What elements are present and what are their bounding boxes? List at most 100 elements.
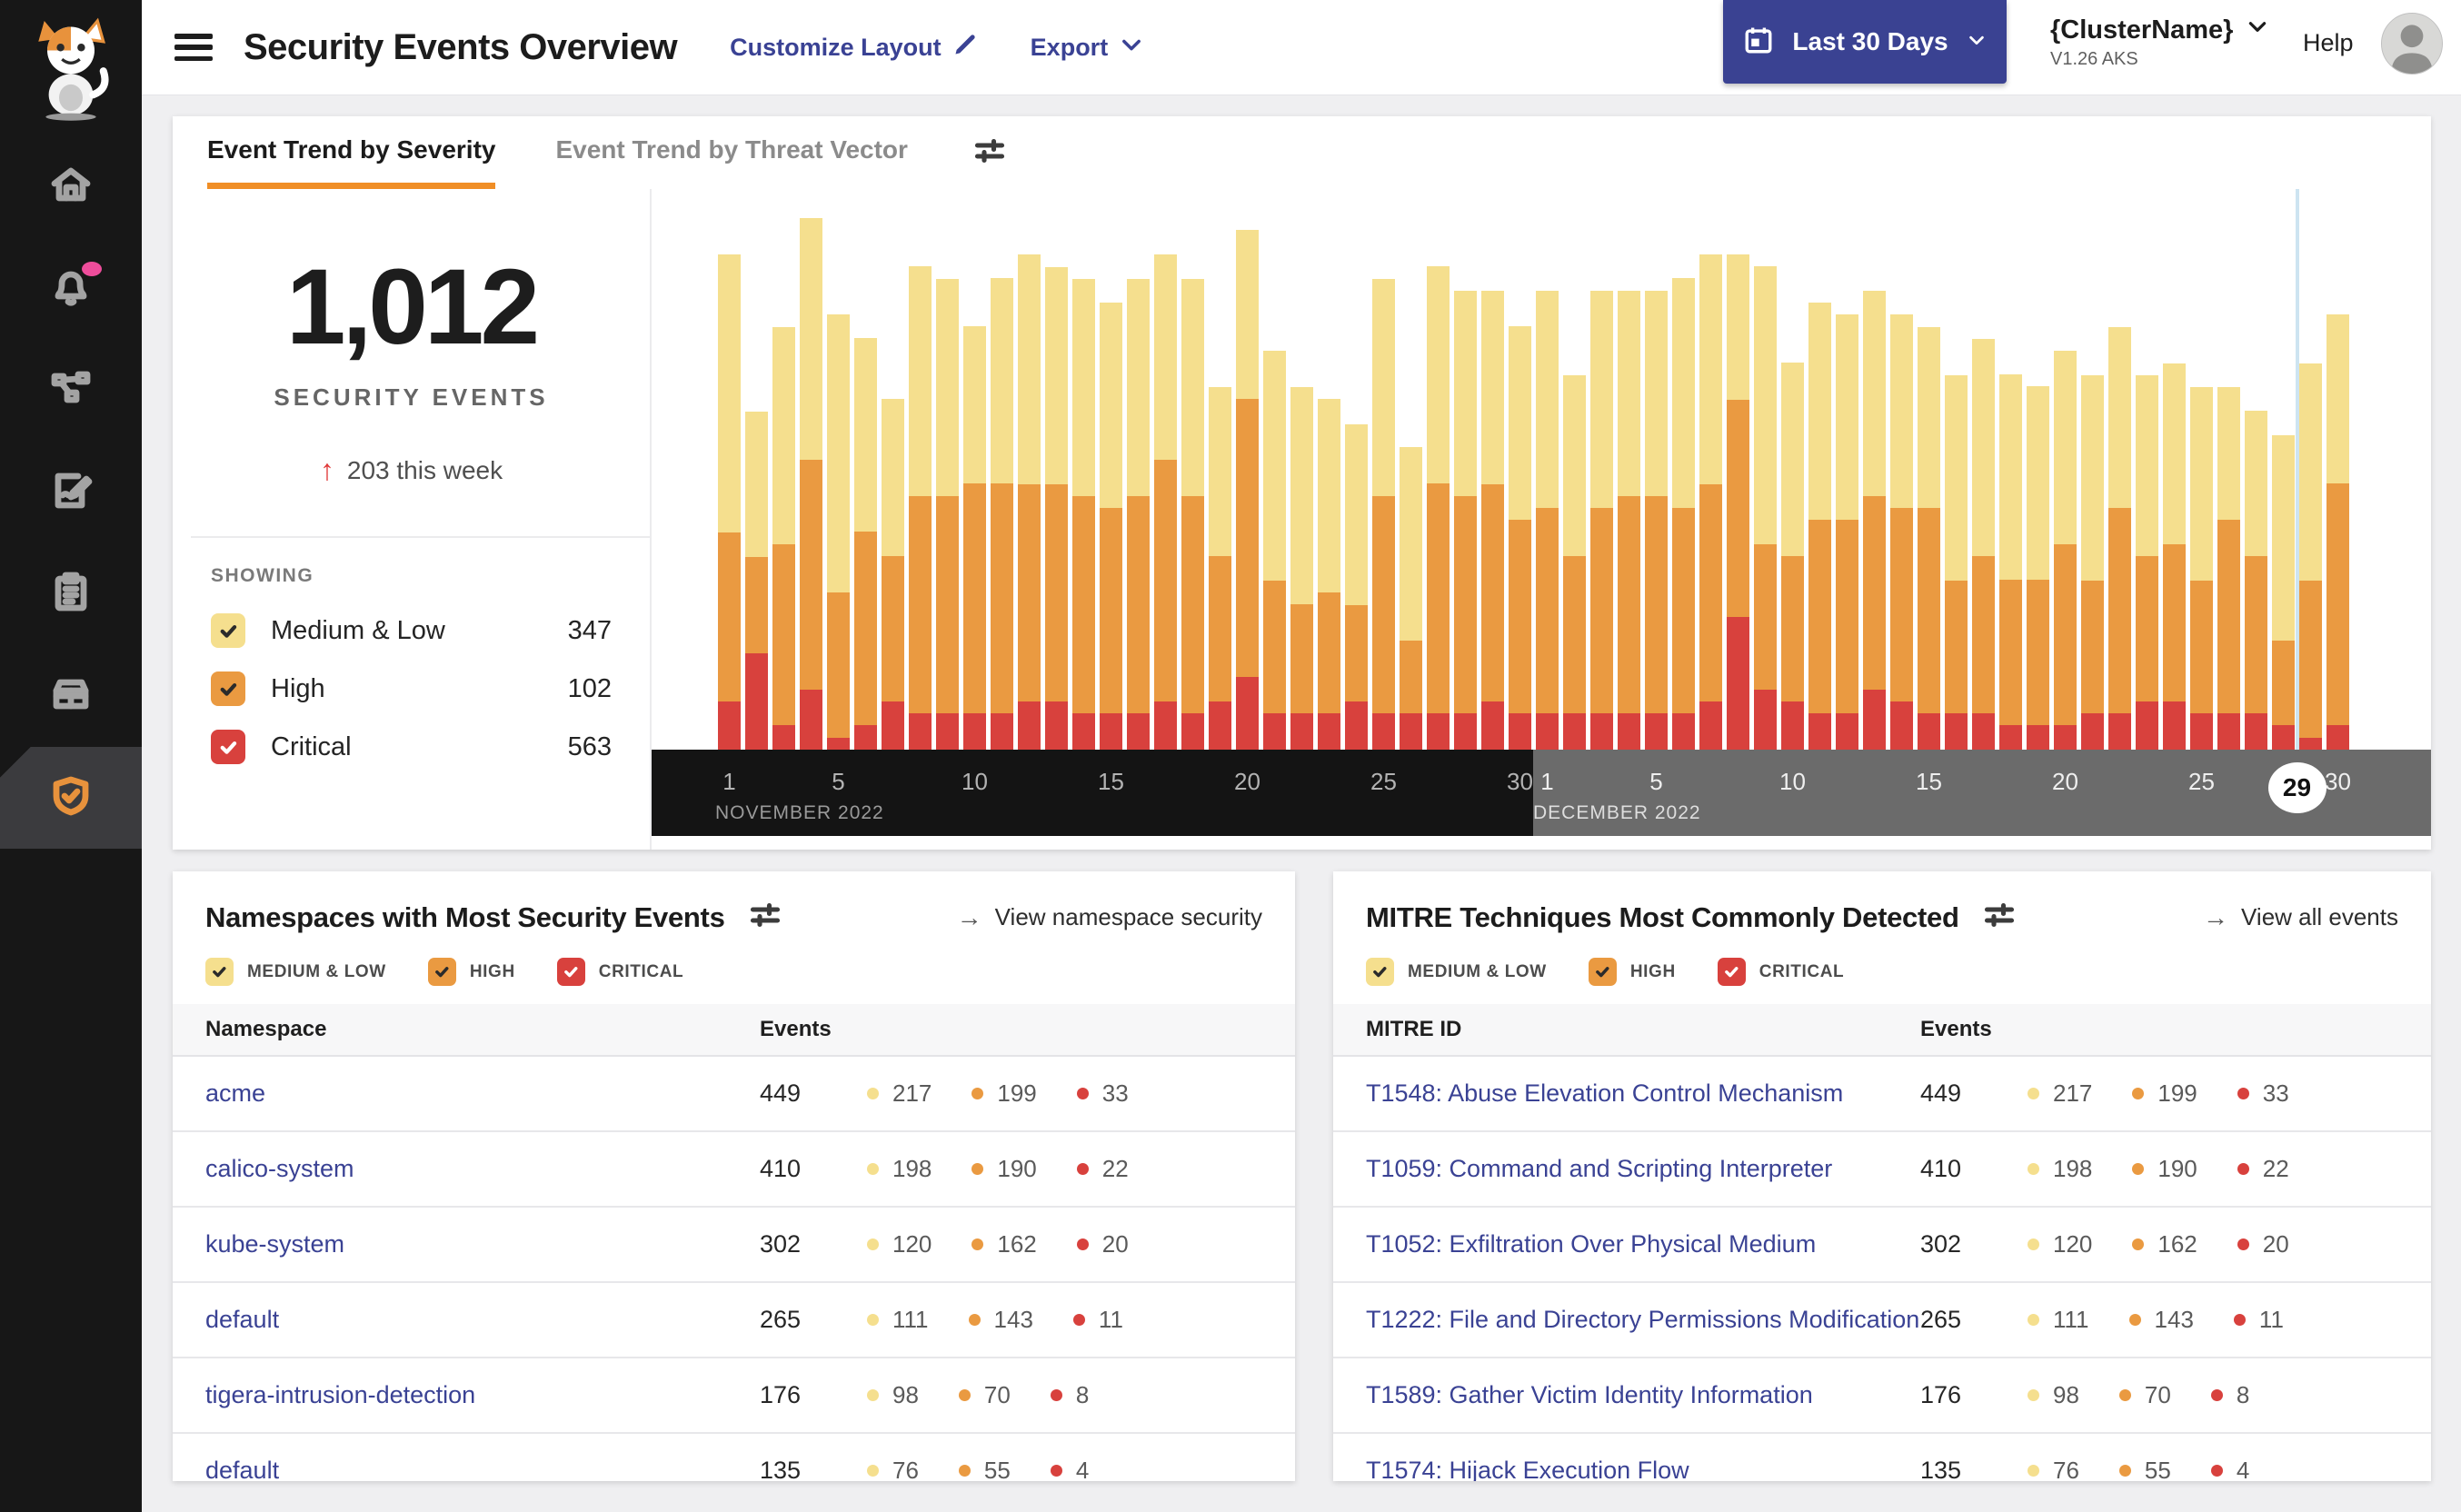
critical-dot-icon [1050,1465,1062,1477]
customize-layout-button[interactable]: Customize Layout [730,32,978,64]
axis-tick: 30 [1507,768,1533,795]
legend-row-high[interactable]: High 102 [211,660,612,718]
date-range-button[interactable]: Last 30 Days [1723,0,2007,84]
chart-filter-sliders-icon[interactable] [973,134,1006,172]
bar-segment [2299,363,2322,581]
filter-chip-critical[interactable]: CRITICAL [556,958,683,986]
cluster-selector[interactable]: {ClusterName} V1.26 AKS [2050,15,2269,70]
bar-segment [1236,399,1259,677]
bar-segment [1400,641,1422,713]
mitre-row-link[interactable]: T1589: Gather Victim Identity Informatio… [1366,1381,1920,1409]
sidebar-item-home[interactable] [0,136,142,238]
bar-segment [1481,484,1504,701]
bar-segment [854,725,877,750]
namespaces-row-link[interactable]: default [205,1457,760,1481]
tab-threat-vector[interactable]: Event Trend by Threat Vector [555,116,907,189]
checkbox-medium_low[interactable] [1366,958,1394,986]
filter-chip-high[interactable]: HIGH [427,958,515,986]
severity-count-medium_low: 76 [867,1457,919,1481]
axis-tick: 1 [722,768,736,795]
severity-count-high: 199 [971,1079,1037,1108]
legend-row-medium_low[interactable]: Medium & Low 347 [211,602,612,660]
axis-month-label: DECEMBER 2022 [1533,802,1701,823]
mitre-link[interactable]: → View all events [2203,903,2398,932]
tab-severity[interactable]: Event Trend by Severity [207,116,496,189]
namespaces-header: Namespaces with Most Security Events → Vie… [173,871,1295,936]
bar-segment [1890,508,1913,701]
mitre-row-link[interactable]: T1059: Command and Scripting Interpreter [1366,1155,1920,1183]
sidebar-item-service-graph[interactable] [0,340,142,442]
sidebar-item-policy-edit[interactable] [0,442,142,543]
high-dot-icon [971,1238,984,1250]
filter-chip-medium_low[interactable]: MEDIUM & LOW [205,958,386,986]
bar-segment [1127,496,1150,713]
namespaces-filters: MEDIUM & LOW HIGH CRITICAL [173,936,1295,1004]
mitre-title: MITRE Techniques Most Commonly Detected [1366,900,1959,933]
checkbox-critical[interactable] [556,958,585,986]
bar-segment [1699,254,1722,484]
sidebar-item-compliance-clipboard[interactable] [0,543,142,645]
bar-segment [2190,387,2213,581]
filter-chip-label: MEDIUM & LOW [247,961,386,981]
bar-segment [1999,374,2022,580]
critical-dot-icon [2237,1238,2249,1250]
export-label: Export [1030,33,1109,61]
hamburger-menu-icon[interactable] [174,34,213,61]
namespaces-link[interactable]: → View namespace security [957,903,1262,932]
filter-chip-medium_low[interactable]: MEDIUM & LOW [1366,958,1547,986]
bar-segment [827,738,850,750]
namespaces-row-link[interactable]: calico-system [205,1155,760,1183]
checkbox-high[interactable] [1588,958,1617,986]
mitre-row-link[interactable]: T1222: File and Directory Permissions Mo… [1366,1306,1920,1334]
legend-count: 102 [567,673,612,703]
bar-segment [991,483,1013,713]
chevron-down-icon [2246,15,2269,45]
bar-segment [1127,713,1150,750]
checkbox-high[interactable] [427,958,456,986]
sidebar-item-workload-box[interactable] [0,645,142,747]
bar-segment [1918,713,1940,750]
export-button[interactable]: Export [1031,32,1145,64]
sidebar-item-bell[interactable] [0,238,142,340]
severity-count-value: 198 [892,1155,932,1182]
namespaces-row-link[interactable]: acme [205,1079,760,1108]
high-dot-icon [971,1088,984,1099]
checkbox-critical[interactable] [1717,958,1746,986]
medium_low-dot-icon [2028,1389,2039,1401]
axis-tick: 30 [2325,768,2351,795]
mitre-row-link[interactable]: T1052: Exfiltration Over Physical Medium [1366,1230,1920,1258]
help-link[interactable]: Help [2303,29,2354,57]
namespaces-row-link[interactable]: tigera-intrusion-detection [205,1381,760,1409]
checkbox-critical[interactable] [211,730,245,764]
highlighted-day-badge[interactable]: 29 [2267,762,2326,813]
severity-count-value: 190 [997,1155,1037,1182]
namespaces-row-link[interactable]: kube-system [205,1230,760,1258]
mitre-row-link[interactable]: T1548: Abuse Elevation Control Mechanism [1366,1079,1920,1108]
bar-segment [2190,713,2213,750]
user-avatar[interactable] [2381,13,2443,75]
axis-tick: 10 [961,768,988,795]
table-row: kube-system 302 120 162 20 [173,1208,1295,1283]
namespaces-filter-sliders-icon[interactable] [749,899,782,936]
table-row: T1222: File and Directory Permissions Mo… [1333,1283,2431,1358]
filter-chip-high[interactable]: HIGH [1588,958,1676,986]
filter-chip-critical[interactable]: CRITICAL [1717,958,1844,986]
bar-segment [1372,713,1395,750]
checkbox-medium_low[interactable] [211,613,245,648]
sidebar-item-security-shield[interactable] [0,747,142,849]
mitre-row-link[interactable]: T1574: Hijack Execution Flow [1366,1457,1920,1481]
bar-segment [718,701,741,750]
bar-segment [1890,701,1913,750]
mitre-filter-sliders-icon[interactable] [1983,899,2016,936]
event-trend-card: Event Trend by Severity Event Trend by Th… [173,116,2431,850]
bar-segment [1400,447,1422,641]
bar-segment [1072,713,1095,750]
calico-cat-logo[interactable] [0,0,142,136]
checkbox-medium_low[interactable] [205,958,234,986]
table-row: T1589: Gather Victim Identity Informatio… [1333,1358,2431,1434]
namespaces-row-link[interactable]: default [205,1306,760,1334]
bar-day [936,279,959,750]
legend-row-critical[interactable]: Critical 563 [211,718,612,776]
critical-dot-icon [1076,1088,1089,1099]
checkbox-high[interactable] [211,671,245,706]
